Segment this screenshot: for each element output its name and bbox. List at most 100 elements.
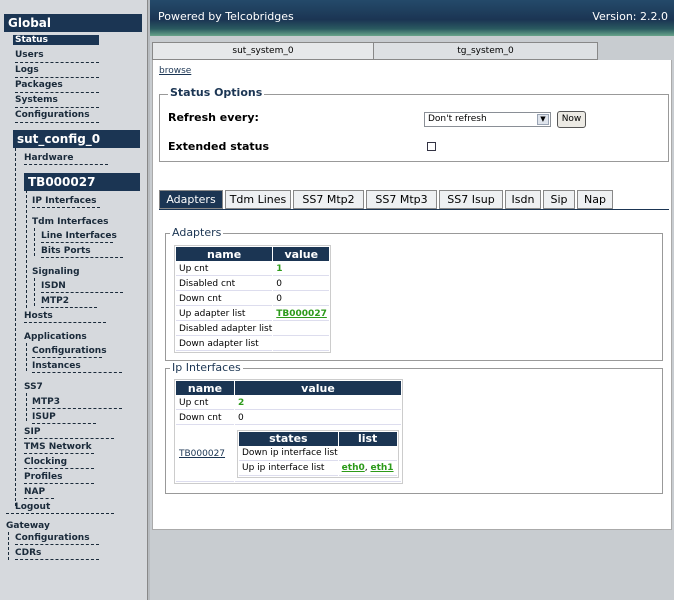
states-table: states list Down ip interface list Up ip… [237,429,399,478]
tree-line [34,228,35,256]
tabs-baseline [159,209,669,210]
tab-sut-system-0[interactable]: sut_system_0 [152,42,374,60]
sidebar-item-applications[interactable]: Applications [24,332,87,342]
sidebar-item-configurations[interactable]: Configurations [15,110,90,120]
powered-by-text: Powered by Telcobridges [158,10,294,23]
adapters-title: Adapters [170,226,224,239]
extended-status-checkbox[interactable] [427,142,436,151]
tab-ss7-mtp3[interactable]: SS7 Mtp3 [366,190,437,209]
refresh-label: Refresh every: [168,111,259,124]
browse-link[interactable]: browse [159,66,191,76]
divider [24,483,94,484]
row-value: TB000027 [273,307,330,321]
sidebar-item-profiles[interactable]: Profiles [24,472,62,482]
adapter-link[interactable]: TB000027 [276,309,327,319]
divider [15,559,99,560]
sidebar-global-header: Global [4,14,142,32]
row-value: 2 [235,396,401,410]
sidebar-item-isup[interactable]: ISUP [32,412,56,422]
adapters-table: name value Up cnt 1 Disabled cnt 0 Down … [174,245,332,353]
sidebar-item-tdm-interfaces[interactable]: Tdm Interfaces [32,217,108,227]
column-header-states: states [239,431,338,446]
column-header-value: value [273,247,330,261]
board-link[interactable]: TB000027 [179,449,225,459]
divider [24,322,106,323]
divider [32,357,102,358]
sidebar-item-mtp2[interactable]: MTP2 [41,296,69,306]
tab-ss7-mtp2[interactable]: SS7 Mtp2 [293,190,364,209]
row-value: 0 [273,292,330,306]
sidebar: Global Status Users Logs Packages System… [0,0,148,600]
divider [41,307,97,308]
chevron-down-icon[interactable]: ▼ [537,114,549,125]
table-row: Down adapter list [176,337,330,351]
sidebar-item-sip[interactable]: SIP [24,427,40,437]
sidebar-item-users[interactable]: Users [15,50,44,60]
column-header-value: value [235,381,401,395]
sidebar-item-line-interfaces[interactable]: Line Interfaces [41,231,117,241]
sidebar-item-clocking[interactable]: Clocking [24,457,67,467]
divider [32,408,122,409]
divider [24,498,54,499]
sidebar-item-isdn[interactable]: ISDN [41,281,66,291]
column-header-name: name [176,247,273,261]
divider [24,438,114,439]
sidebar-item-systems[interactable]: Systems [15,95,58,105]
main-area: sut_system_0 tg_system_0 browse Status O… [150,36,674,600]
divider [15,77,99,78]
sidebar-item-mtp3[interactable]: MTP3 [32,397,60,407]
divider [15,92,99,93]
table-row: Disabled cnt 0 [176,277,330,291]
eth1-link[interactable]: eth1 [370,463,393,473]
divider [32,423,96,424]
row-label: Down cnt [176,292,273,306]
tab-nap[interactable]: Nap [577,190,613,209]
sidebar-item-ss7[interactable]: SS7 [24,382,43,392]
tab-ss7-isup[interactable]: SS7 Isup [439,190,503,209]
divider [15,107,99,108]
sidebar-board-header[interactable]: TB000027 [24,173,140,191]
row-value [338,447,397,461]
row-label: Down adapter list [176,337,273,351]
row-value [273,322,330,336]
sidebar-item-hardware[interactable]: Hardware [24,153,73,163]
refresh-select[interactable]: Don't refresh ▼ [424,112,551,127]
sidebar-item-packages[interactable]: Packages [15,80,63,90]
sidebar-item-bits-ports[interactable]: Bits Ports [41,246,91,256]
row-label: Up cnt [176,396,234,410]
sidebar-item-signaling[interactable]: Signaling [32,267,80,277]
sidebar-item-ip-interfaces[interactable]: IP Interfaces [32,196,96,206]
table-row: Down cnt 0 [176,411,401,425]
extended-status-label: Extended status [168,140,270,153]
ip-interfaces-table: name value Up cnt 2 Down cnt 0 TB000027 [174,379,403,484]
sidebar-item-app-configurations[interactable]: Configurations [32,346,107,356]
bottom-area [152,534,672,600]
row-label: Up ip interface list [239,462,338,476]
tab-tdm-lines[interactable]: Tdm Lines [225,190,291,209]
row-label: Up cnt [176,262,273,276]
sidebar-item-status[interactable]: Status [13,35,99,45]
sidebar-item-gw-configurations[interactable]: Configurations [15,533,90,543]
sidebar-item-nap[interactable]: NAP [24,487,45,497]
tab-tg-system-0[interactable]: tg_system_0 [374,42,598,60]
tab-sip[interactable]: Sip [543,190,575,209]
row-label: Down ip interface list [239,447,338,461]
sidebar-item-gateway[interactable]: Gateway [6,521,50,531]
now-button[interactable]: Now [557,111,586,128]
sidebar-config-header[interactable]: sut_config_0 [13,130,140,148]
sidebar-item-hosts[interactable]: Hosts [24,311,53,321]
sidebar-item-cdrs[interactable]: CDRs [15,548,41,558]
eth0-link[interactable]: eth0 [342,463,365,473]
top-banner: Powered by Telcobridges Version: 2.2.0 [150,0,674,36]
sidebar-item-logs[interactable]: Logs [15,65,39,75]
table-row: Disabled adapter list [176,322,330,336]
tree-line [26,343,27,371]
column-header-name: name [176,381,234,395]
sidebar-item-tms-network[interactable]: TMS Network [24,442,92,452]
row-value: 1 [273,262,330,276]
sidebar-item-instances[interactable]: Instances [32,361,81,371]
sidebar-item-logout[interactable]: Logout [15,502,50,512]
tab-isdn[interactable]: Isdn [505,190,541,209]
tab-adapters[interactable]: Adapters [159,190,223,209]
tree-line [8,532,9,560]
